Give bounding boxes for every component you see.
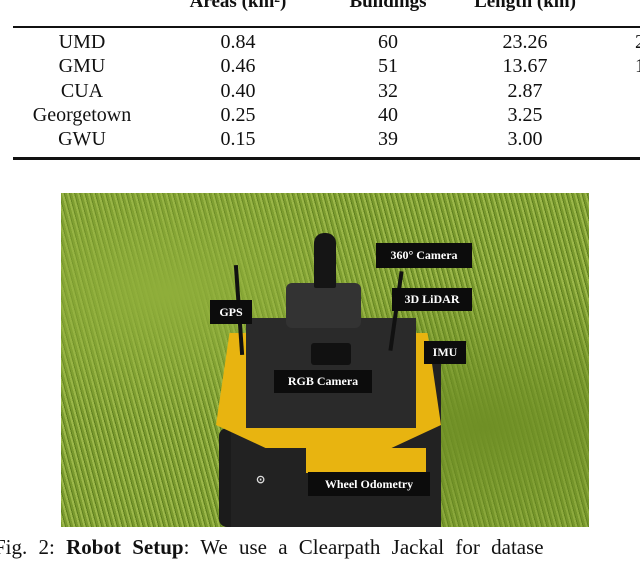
cell-name: GWU xyxy=(58,128,106,151)
cell-name: CUA xyxy=(60,79,104,102)
cell-name: Georgetown xyxy=(32,103,132,126)
cell-length: 13.67 xyxy=(502,55,548,78)
cell-area: 0.40 xyxy=(220,79,256,102)
camera-mast xyxy=(314,233,336,288)
cell-buildings: 60 xyxy=(378,31,398,53)
cell-name: GMU xyxy=(58,55,106,78)
cell-extra: 2 xyxy=(635,31,640,53)
rgb-camera xyxy=(311,343,351,365)
cell-area: 0.84 xyxy=(220,31,256,53)
cell-length: 2.87 xyxy=(507,79,543,102)
header-buildings: Buildings xyxy=(349,0,427,12)
robot-front-plate xyxy=(306,448,426,473)
cell-buildings: 51 xyxy=(378,55,398,78)
cell-buildings: 40 xyxy=(378,103,398,126)
label-rgb-camera: RGB Camera xyxy=(274,370,372,393)
label-imu: IMU xyxy=(424,341,466,364)
bottom-rule xyxy=(13,157,640,160)
caption-bold: Robot Setup xyxy=(66,535,184,559)
cell-buildings: 39 xyxy=(378,128,398,151)
header-length: Length (km) xyxy=(474,0,576,12)
cell-area: 0.46 xyxy=(220,55,256,78)
figure-caption: Fig. 2: Robot Setup: We use a Clearpath … xyxy=(0,535,544,560)
label-3d-lidar: 3D LiDAR xyxy=(392,288,472,311)
header-areas: Areas (km²) xyxy=(189,0,287,12)
label-wheel-odometry: Wheel Odometry xyxy=(308,472,430,496)
cell-length: 3.00 xyxy=(507,128,543,151)
lidar-sensor xyxy=(286,283,361,328)
cell-extra: 1 xyxy=(635,55,640,78)
cell-length: 23.26 xyxy=(502,31,548,53)
cell-area: 0.15 xyxy=(220,128,256,151)
label-gps: GPS xyxy=(210,300,252,324)
mid-rule xyxy=(13,26,640,28)
cell-name: UMD xyxy=(58,31,106,53)
caption-prefix: Fig. 2: xyxy=(0,535,67,559)
label-360-camera: 360° Camera xyxy=(376,243,472,268)
robot-photo: ⊙ 360° Camera 3D LiDAR GPS IMU RGB Camer… xyxy=(61,193,589,527)
clearpath-logo: ⊙ xyxy=(256,474,266,486)
caption-text: : We use a Clearpath Jackal for datase xyxy=(183,535,544,559)
cell-area: 0.25 xyxy=(220,103,256,126)
cell-length: 3.25 xyxy=(507,103,543,126)
cell-buildings: 32 xyxy=(378,79,398,102)
